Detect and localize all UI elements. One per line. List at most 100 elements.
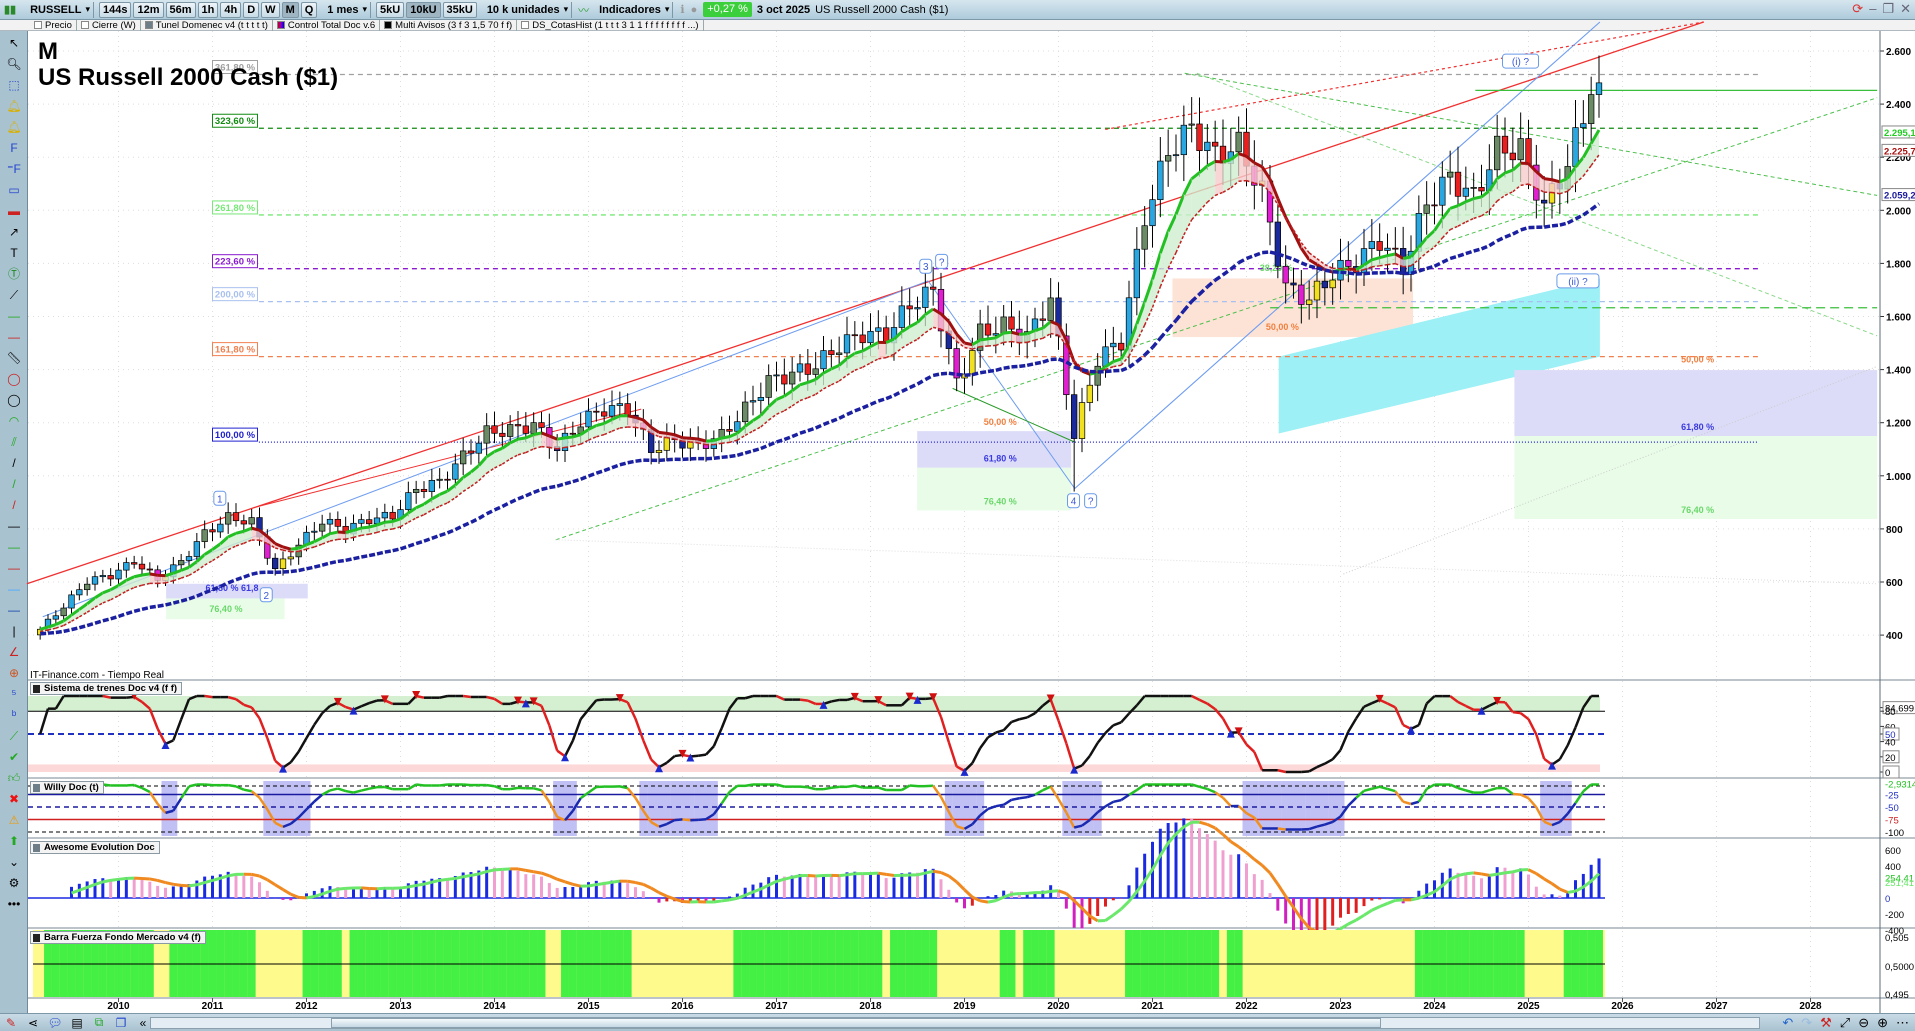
report-icon[interactable]: ▤	[68, 1016, 86, 1030]
awesome-signal-line	[1027, 891, 1036, 895]
willy-line	[619, 785, 628, 790]
bearish-band	[647, 781, 656, 836]
ma-long-dashed-line	[1488, 239, 1499, 248]
ma-fast-line	[1379, 254, 1388, 260]
awesome-signal-line	[955, 880, 966, 891]
wave-label: (ii) ?	[1568, 277, 1588, 288]
settings-icon[interactable]: ⚒	[1820, 1015, 1832, 1031]
ma-long-dashed-line	[995, 366, 1005, 372]
fib-level-label: 261,80 %	[215, 203, 256, 214]
ma-long-dashed-line	[1003, 365, 1012, 370]
candle	[906, 305, 913, 310]
oscillator-line	[1527, 718, 1538, 736]
trendline-red	[26, 21, 1704, 585]
willy-line	[579, 791, 590, 800]
ma-fast-line	[1551, 178, 1561, 184]
x-tick-label: 2013	[389, 1001, 412, 1012]
oscillator-line	[1120, 712, 1130, 724]
ma-fast-line	[1371, 256, 1381, 262]
retracement-label: 76,40 %	[209, 604, 242, 614]
fib-level-label: 200,00 %	[215, 290, 256, 301]
bearish-band	[976, 781, 985, 836]
zoom-in-icon[interactable]: ⊕	[1877, 1015, 1888, 1031]
ma-long-dashed-line	[1566, 217, 1577, 225]
draw-icon[interactable]: ✎	[2, 1016, 20, 1030]
candle	[1102, 346, 1109, 367]
candle	[1321, 280, 1328, 289]
zoom-out-icon[interactable]: ⊖	[1858, 1015, 1869, 1031]
awesome-signal-line	[329, 887, 339, 893]
oscillator-line	[563, 740, 574, 757]
ma-slow-dashed-line	[1285, 217, 1295, 231]
ma-long-dashed-line	[619, 461, 629, 467]
share-icon[interactable]: ⋖	[24, 1016, 42, 1030]
willy-line	[1011, 797, 1020, 802]
tunnel-fill	[1223, 159, 1231, 193]
willy-line	[823, 786, 832, 791]
chart-canvas[interactable]: 2010 2011 2012 2013 2014 2015 2016 2017 2018 2019…	[0, 0, 1915, 1031]
candle	[225, 512, 232, 525]
panel-label-barra[interactable]: Barra Fuerza Fondo Mercado v4 (f)	[30, 931, 206, 944]
redo-icon[interactable]: ↷	[1801, 1015, 1812, 1031]
willy-line	[626, 787, 637, 799]
wave-label: 1	[217, 494, 223, 505]
willy-line	[533, 787, 542, 792]
sistema-axis-label: 80	[1885, 707, 1896, 718]
ma-long-dashed-line	[477, 512, 488, 520]
willy-line	[1417, 788, 1428, 803]
awesome-signal-line	[502, 867, 511, 871]
bearish-band	[294, 781, 303, 836]
data-source: IT-Finance.com - Tiempo Real	[30, 670, 164, 681]
ma-long-dashed-line	[493, 504, 504, 512]
oscillator-line	[634, 718, 645, 741]
bearish-band	[1548, 781, 1556, 836]
candle	[796, 363, 804, 373]
ma-fast-line	[1011, 330, 1020, 336]
compare-icon[interactable]: ⧉	[90, 1015, 108, 1030]
ma-long-dashed-line	[94, 619, 104, 625]
horizontal-scrollbar[interactable]	[150, 1017, 1760, 1029]
candle	[875, 327, 882, 332]
ma-long-dashed-line	[1034, 360, 1044, 366]
candle	[1541, 199, 1548, 204]
candle	[898, 305, 905, 328]
awesome-signal-line	[987, 899, 997, 904]
ma-long-dashed-line	[407, 541, 417, 548]
willy-line	[243, 788, 252, 793]
panel-label-awesome[interactable]: Awesome Evolution Doc	[30, 841, 160, 854]
candle	[569, 432, 576, 435]
panel-label-sistema[interactable]: Sistema de trenes Doc v4 (f f)	[30, 682, 183, 695]
awesome-signal-line	[1410, 896, 1420, 902]
bearish-band	[561, 781, 569, 836]
comment-icon[interactable]: 💬︎	[46, 1016, 64, 1030]
ma-long-dashed-line	[1127, 360, 1138, 369]
awesome-signal-line	[1527, 868, 1538, 875]
oscillator-line	[971, 747, 982, 764]
willy-line	[587, 785, 598, 794]
panel-title: Willy Doc (t)	[44, 781, 99, 793]
windows-icon[interactable]: ❐	[112, 1016, 130, 1030]
more-options-icon[interactable]: ⋯	[1896, 1015, 1909, 1031]
undo-icon[interactable]: ↶	[1782, 1015, 1793, 1031]
price-axis-label: 2.400	[1886, 100, 1911, 111]
scrollbar-thumb[interactable]	[331, 1018, 1381, 1028]
awesome-signal-line	[1347, 918, 1357, 926]
panel-label-willy[interactable]: Willy Doc (t)	[30, 781, 104, 794]
bearish-band	[678, 781, 687, 836]
candle	[287, 556, 294, 560]
chart-controls: ↶ ↷ ⚒ ⤢ ⊖ ⊕ ⋯	[1782, 1015, 1909, 1031]
ma-long-dashed-line	[517, 494, 527, 501]
awesome-signal-line	[517, 867, 527, 872]
bearish-band	[1289, 781, 1298, 836]
willy-line	[799, 785, 808, 789]
ma-fast-line	[572, 433, 582, 439]
ma-long-dashed-line	[729, 453, 738, 459]
ma-long-dashed-line	[1143, 346, 1154, 357]
autoscale-icon[interactable]: ⤢	[1840, 1015, 1850, 1031]
candle	[922, 286, 929, 308]
candle	[1039, 318, 1046, 321]
candle	[812, 368, 819, 375]
awesome-signal-line	[564, 880, 574, 886]
ma-long-dashed-line	[298, 567, 307, 573]
willy-line	[509, 786, 519, 791]
